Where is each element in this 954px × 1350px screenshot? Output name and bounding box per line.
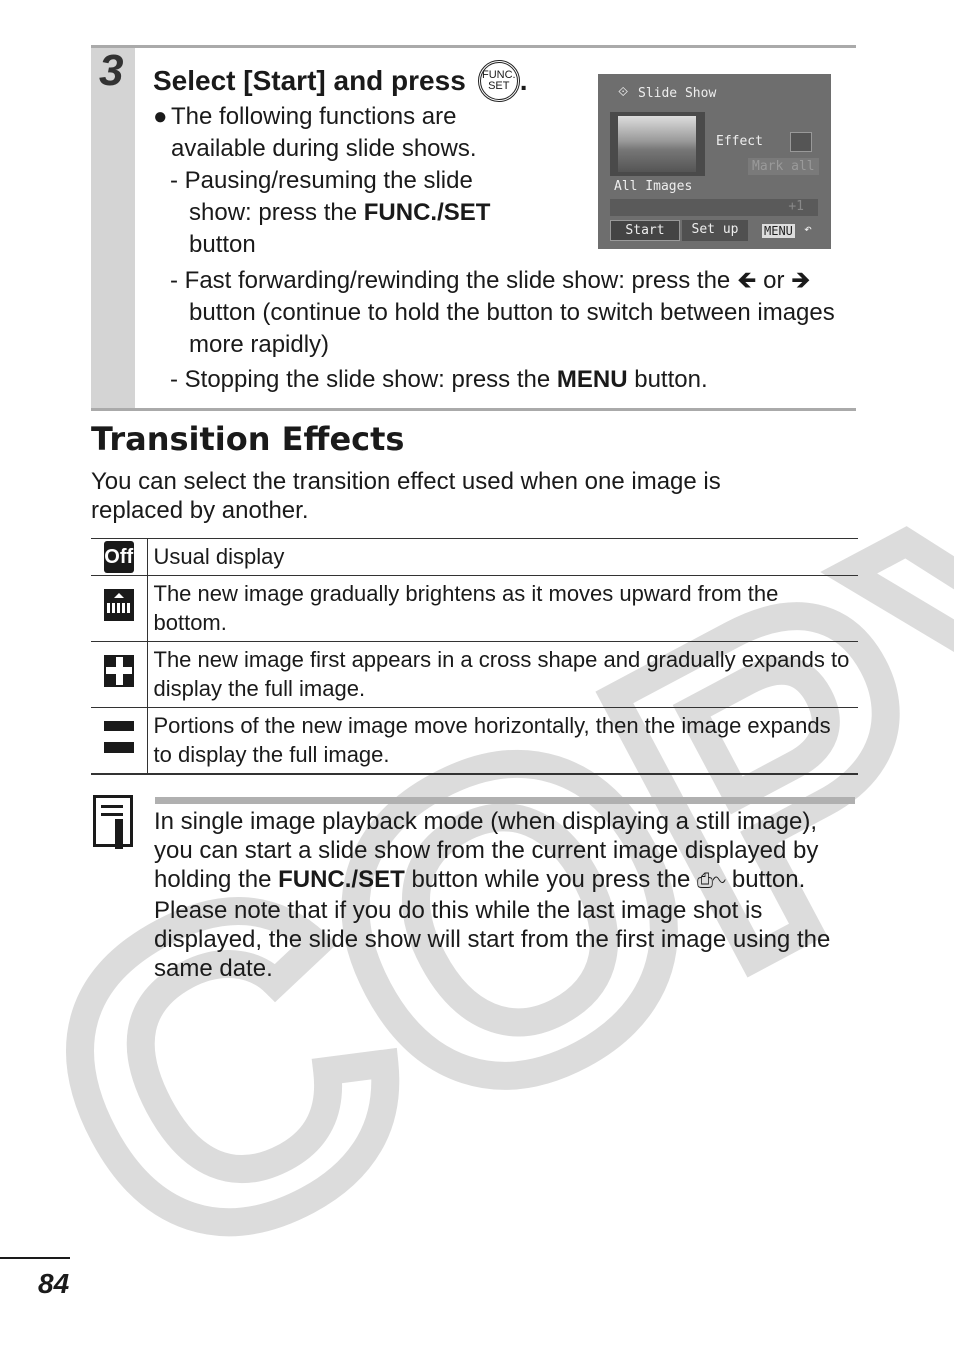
step-item-stop: - Stopping the slide show: press the MEN… [170,366,708,393]
step-number-column [91,48,135,408]
note-divider [155,797,855,804]
step-title: Select [Start] and press FUNC. SET . [153,60,528,102]
print-share-icon: ⎙∿ [696,870,726,892]
right-arrow-icon: 🡺 [791,267,811,294]
brighten-upward-icon [103,589,134,621]
note-icon [93,795,135,851]
table-row: The new image gradually brightens as it … [91,575,858,642]
page-number: 84 [38,1268,70,1299]
page-number-rule [0,1257,70,1259]
note-text: In single image playback mode (when disp… [154,808,831,982]
return-icon: ↶ [804,222,812,237]
table-row: The new image first appears in a cross s… [91,641,858,708]
step-item-fast-forward: - Fast forwarding/rewinding the slide sh… [170,267,835,358]
preview-image [618,116,696,172]
slideshow-icon: ⟐ [618,85,629,100]
step-bullet: ● The following functions are available d… [153,103,477,162]
step-number: 3 [99,46,124,95]
step-item-pause: - Pausing/resuming the slide show: press… [170,167,491,258]
transition-effects-table: Off Usual display The new image gradually… [91,538,858,775]
table-row: Off Usual display [91,538,858,576]
off-icon: Off [103,541,134,573]
effect-selector [790,132,812,152]
section-intro: You can select the transition effect use… [91,468,721,524]
section-title: Transition Effects [91,420,405,458]
filter-icons-bar: +1 [610,199,818,216]
left-arrow-icon: 🡸 [736,267,757,294]
preview-frame [610,112,705,176]
table-row: Portions of the new image move horizonta… [91,707,858,775]
cross-icon [103,655,134,687]
func-set-button-icon: FUNC. SET [477,60,520,102]
horizontal-band-icon [103,720,134,753]
lcd-slide-show-screen: ⟐ Slide Show Effect Mark all All Images … [598,74,831,249]
